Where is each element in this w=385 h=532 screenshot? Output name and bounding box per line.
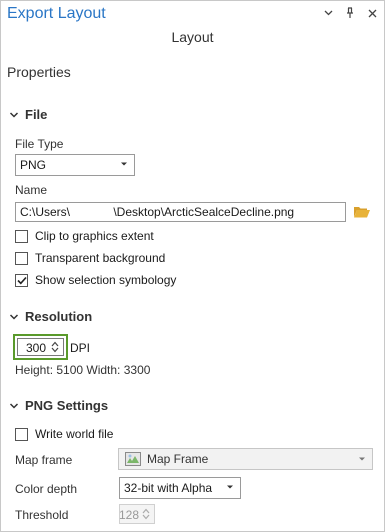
clip-graphics-label: Clip to graphics extent [35, 229, 154, 243]
color-depth-label: Color depth [15, 482, 78, 496]
selection-symbology-option[interactable]: Show selection symbology [15, 273, 176, 287]
file-name-value: C:\Users\ \Desktop\ArcticSealceDecline.p… [20, 205, 295, 219]
properties-label: Properties [7, 64, 71, 80]
world-file-option[interactable]: Write world file [15, 427, 113, 441]
collapse-chevron-icon [9, 402, 19, 409]
transparent-background-label: Transparent background [35, 251, 166, 265]
collapse-chevron-icon [9, 111, 19, 118]
checkmark-icon [16, 276, 27, 284]
file-section-title: File [25, 107, 48, 122]
map-frame-value: Map Frame [147, 452, 209, 466]
spin-down-icon [142, 514, 150, 520]
map-frame-label: Map frame [15, 453, 73, 467]
output-dimensions: Height: 5100 Width: 3300 [15, 363, 151, 377]
resolution-section-header[interactable]: Resolution [9, 309, 92, 324]
dpi-unit-label: DPI [70, 341, 91, 355]
threshold-stepper: 128 [119, 504, 155, 524]
world-file-checkbox[interactable] [15, 427, 28, 441]
file-name-input[interactable]: C:\Users\ \Desktop\ArcticSealceDecline.p… [15, 202, 346, 222]
file-type-label: File Type [15, 137, 64, 151]
name-label: Name [15, 183, 48, 197]
file-type-select[interactable]: PNG [15, 154, 135, 176]
transparent-background-checkbox[interactable] [15, 251, 28, 265]
folder-icon [354, 207, 370, 218]
collapse-chevron-icon [9, 313, 19, 320]
browse-folder-button[interactable] [352, 203, 372, 221]
color-depth-value: 32-bit with Alpha [124, 481, 213, 495]
dpi-highlight: 300 [13, 334, 68, 360]
pane-title-bar: Export Layout [1, 1, 384, 29]
dpi-stepper[interactable]: 300 [17, 338, 64, 356]
dpi-spinner[interactable] [49, 339, 61, 355]
export-layout-pane: Export Layout Layout Properties File Fil… [0, 0, 385, 532]
chevron-down-icon [121, 162, 127, 166]
resolution-section-title: Resolution [25, 309, 93, 324]
options-chevron-icon[interactable] [322, 6, 334, 20]
threshold-value: 128 [118, 508, 139, 522]
world-file-label: Write world file [35, 427, 114, 441]
file-section-header[interactable]: File [9, 107, 47, 122]
transparent-background-option[interactable]: Transparent background [15, 251, 165, 265]
pane-title: Export Layout [7, 5, 106, 22]
clip-graphics-option[interactable]: Clip to graphics extent [15, 229, 154, 243]
title-bar-controls [322, 6, 378, 20]
dpi-value: 300 [25, 341, 46, 355]
selection-symbology-label: Show selection symbology [35, 273, 177, 287]
chevron-down-icon [227, 485, 233, 489]
png-settings-title: PNG Settings [25, 398, 109, 413]
selection-symbology-checkbox[interactable] [15, 273, 28, 287]
chevron-down-icon [359, 457, 365, 461]
clip-graphics-checkbox[interactable] [15, 229, 28, 243]
map-frame-icon [125, 452, 141, 466]
png-settings-header[interactable]: PNG Settings [9, 398, 108, 413]
color-depth-select[interactable]: 32-bit with Alpha [119, 477, 241, 499]
threshold-spinner [140, 506, 152, 522]
file-type-value: PNG [20, 158, 47, 172]
close-icon[interactable] [366, 6, 378, 20]
pin-icon[interactable] [344, 6, 356, 20]
threshold-label: Threshold [15, 508, 69, 522]
spin-down-icon[interactable] [51, 347, 59, 353]
map-frame-select[interactable]: Map Frame [118, 448, 373, 470]
pane-subtitle: Layout [171, 29, 214, 45]
